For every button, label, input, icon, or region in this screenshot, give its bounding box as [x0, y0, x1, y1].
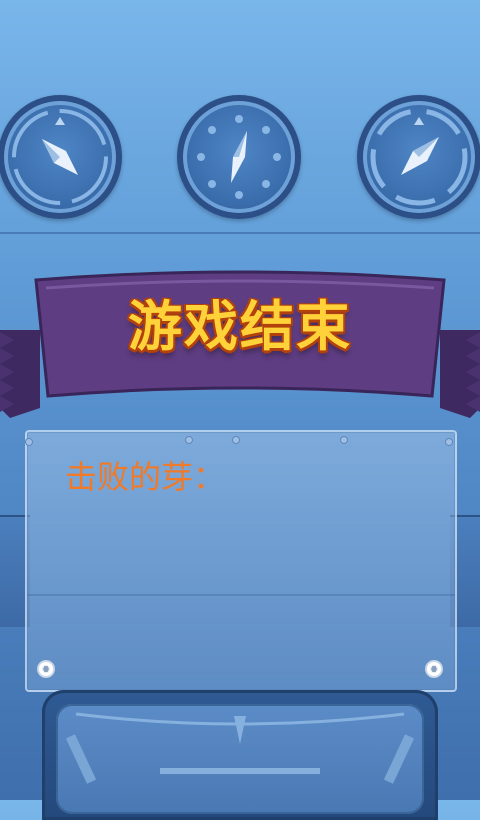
compass-gauge-icon [357, 95, 480, 219]
rivet [232, 436, 240, 444]
game-over-title: 游戏结束 [128, 295, 352, 358]
compass-gauge-icon [177, 95, 301, 219]
rivet [340, 436, 348, 444]
screw-icon [39, 662, 53, 676]
rivet [445, 438, 453, 446]
console-screen [56, 704, 424, 814]
rivet [25, 438, 33, 446]
rivet [185, 436, 193, 444]
compass-gauge-icon [0, 95, 122, 219]
meter-dial-icon [65, 712, 415, 784]
screw-icon [427, 662, 441, 676]
defeated-sprouts-label: 击败的芽： [65, 458, 226, 496]
panel-divider [27, 594, 455, 596]
bottom-console [42, 690, 438, 820]
background-divider [0, 232, 480, 234]
